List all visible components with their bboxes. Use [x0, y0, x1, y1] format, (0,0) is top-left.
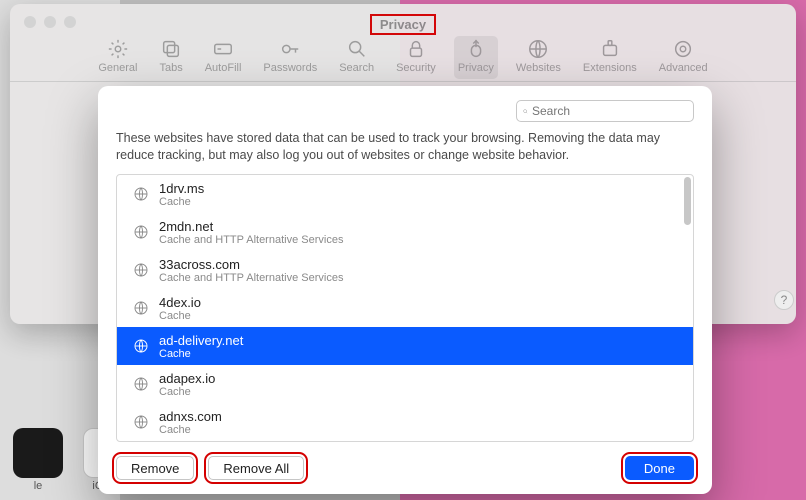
tab-label: Passwords — [263, 62, 317, 74]
window-title: Privacy — [10, 14, 796, 35]
search-icon — [523, 105, 528, 118]
website-domain: adapex.io — [159, 371, 215, 386]
tab-general[interactable]: General — [94, 36, 141, 79]
website-detail: Cache — [159, 310, 201, 322]
tab-extensions[interactable]: Extensions — [579, 36, 641, 79]
preferences-tab-bar: General Tabs AutoFill Passwords Search Securi… — [10, 36, 796, 82]
websites-icon — [527, 38, 549, 60]
website-data-sheet: These websites have stored data that can… — [98, 86, 712, 494]
globe-icon — [133, 376, 149, 392]
tab-label: General — [98, 62, 137, 74]
search-input[interactable] — [532, 104, 687, 118]
website-row[interactable]: 1drv.msCache — [117, 175, 693, 213]
autofill-icon — [212, 38, 234, 60]
help-button[interactable]: ? — [774, 290, 794, 310]
search-field-wrap[interactable] — [516, 100, 694, 122]
website-domain: adnxs.com — [159, 409, 222, 424]
website-detail: Cache — [159, 196, 204, 208]
tab-passwords[interactable]: Passwords — [259, 36, 321, 79]
tab-privacy[interactable]: Privacy — [454, 36, 498, 79]
extensions-icon — [599, 38, 621, 60]
website-detail: Cache — [159, 424, 222, 436]
globe-icon — [133, 338, 149, 354]
tab-security[interactable]: Security — [392, 36, 440, 79]
website-detail: Cache and HTTP Alternative Services — [159, 234, 343, 246]
globe-icon — [133, 414, 149, 430]
globe-icon — [133, 300, 149, 316]
tab-label: Extensions — [583, 62, 637, 74]
remove-all-button[interactable]: Remove All — [208, 456, 304, 480]
globe-icon — [133, 186, 149, 202]
remove-button[interactable]: Remove — [116, 456, 194, 480]
tab-label: Tabs — [159, 62, 182, 74]
website-list[interactable]: 1drv.msCache2mdn.netCache and HTTP Alter… — [116, 174, 694, 442]
website-row[interactable]: 33across.comCache and HTTP Alternative S… — [117, 251, 693, 289]
tab-tabs[interactable]: Tabs — [155, 36, 186, 79]
tab-search[interactable]: Search — [335, 36, 378, 79]
website-row[interactable]: adapex.ioCache — [117, 365, 693, 403]
privacy-icon — [465, 38, 487, 60]
tab-label: AutoFill — [205, 62, 242, 74]
website-detail: Cache and HTTP Alternative Services — [159, 272, 343, 284]
website-domain: 1drv.ms — [159, 181, 204, 196]
advanced-icon — [672, 38, 694, 60]
sheet-description: These websites have stored data that can… — [116, 130, 694, 164]
website-domain: 4dex.io — [159, 295, 201, 310]
website-row[interactable]: 4dex.ioCache — [117, 289, 693, 327]
security-icon — [405, 38, 427, 60]
tab-label: Advanced — [659, 62, 708, 74]
search-icon — [346, 38, 368, 60]
website-row[interactable]: ad-delivery.netCache — [117, 327, 693, 365]
website-row[interactable]: 2mdn.netCache and HTTP Alternative Servi… — [117, 213, 693, 251]
tab-autofill[interactable]: AutoFill — [201, 36, 246, 79]
tab-label: Privacy — [458, 62, 494, 74]
tab-label: Search — [339, 62, 374, 74]
general-icon — [107, 38, 129, 60]
tab-label: Security — [396, 62, 436, 74]
website-row[interactable]: adnxs.comCache — [117, 403, 693, 441]
website-domain: 33across.com — [159, 257, 343, 272]
website-detail: Cache — [159, 386, 215, 398]
done-button[interactable]: Done — [625, 456, 694, 480]
globe-icon — [133, 224, 149, 240]
tab-label: Websites — [516, 62, 561, 74]
tabs-icon — [160, 38, 182, 60]
website-domain: 2mdn.net — [159, 219, 343, 234]
dock-item[interactable]: le — [8, 428, 68, 492]
passwords-icon — [279, 38, 301, 60]
tab-websites[interactable]: Websites — [512, 36, 565, 79]
website-detail: Cache — [159, 348, 243, 360]
globe-icon — [133, 262, 149, 278]
tab-advanced[interactable]: Advanced — [655, 36, 712, 79]
scrollbar-thumb[interactable] — [684, 177, 691, 225]
website-domain: ad-delivery.net — [159, 333, 243, 348]
